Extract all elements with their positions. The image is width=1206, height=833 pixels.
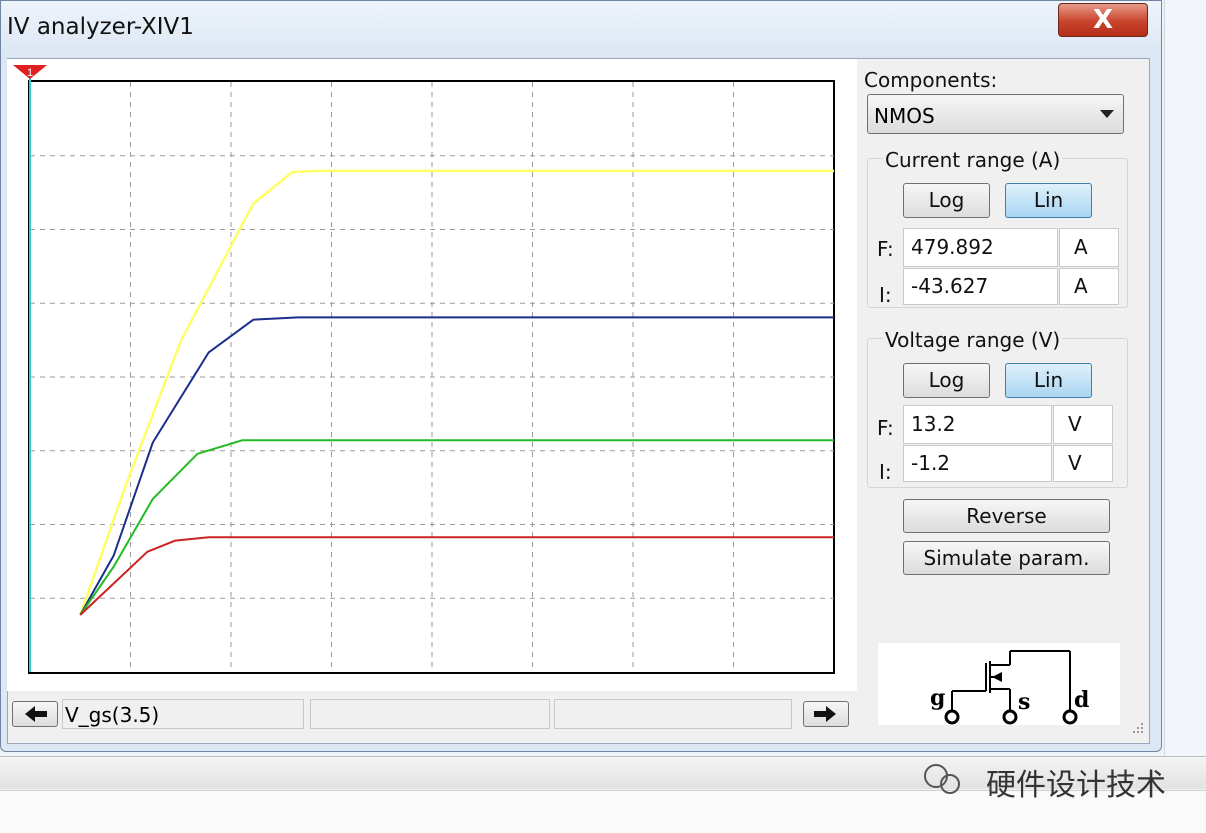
voltage-final-label: F: xyxy=(877,416,894,440)
current-range-label: Current range (A) xyxy=(883,148,1063,172)
components-label: Components: xyxy=(864,68,998,92)
next-trace-button[interactable] xyxy=(803,701,849,727)
voltage-log-button[interactable]: Log xyxy=(903,363,990,398)
current-lin-button[interactable]: Lin xyxy=(1005,183,1092,218)
status-cell xyxy=(310,699,550,729)
watermark-text: 硬件设计技术 xyxy=(986,768,1166,803)
voltage-initial-input[interactable]: -1.2 xyxy=(903,445,1052,482)
watermark: 硬件设计技术 xyxy=(918,758,1168,803)
resize-grip-icon[interactable] xyxy=(1129,719,1145,737)
components-selected: NMOS xyxy=(874,104,935,128)
iv-plot-svg[interactable]: 1 xyxy=(7,59,857,691)
current-final-unit[interactable]: A xyxy=(1059,228,1119,267)
cursor-marker-label: 1 xyxy=(27,67,33,79)
current-final-label: F: xyxy=(877,237,894,261)
voltage-range-label: Voltage range (V) xyxy=(883,328,1063,352)
left-arrow-icon xyxy=(25,706,47,722)
iv-analyzer-window: IV analyzer-XIV1 X 1 V_gs(3.5) Component… xyxy=(0,0,1162,752)
window-title: IV analyzer-XIV1 xyxy=(7,14,194,40)
status-cell xyxy=(554,699,792,729)
current-initial-label: I: xyxy=(879,283,892,307)
voltage-lin-button[interactable]: Lin xyxy=(1005,363,1092,398)
right-arrow-icon xyxy=(814,706,836,722)
background-panel xyxy=(1164,0,1206,756)
reverse-button[interactable]: Reverse xyxy=(903,499,1110,533)
title-bar[interactable]: IV analyzer-XIV1 X xyxy=(1,1,1161,57)
current-log-button[interactable]: Log xyxy=(903,183,990,218)
nmos-symbol-icon: g s d xyxy=(930,650,1089,725)
components-dropdown[interactable]: NMOS xyxy=(867,94,1124,134)
nmos-symbol: g s d xyxy=(878,643,1120,725)
voltage-initial-unit[interactable]: V xyxy=(1053,445,1113,482)
current-final-input[interactable]: 479.892 xyxy=(903,228,1058,267)
voltage-initial-label: I: xyxy=(879,460,892,484)
iv-plot[interactable]: 1 xyxy=(7,59,857,691)
gate-label: g xyxy=(930,685,945,711)
wechat-icon xyxy=(924,764,960,794)
close-button[interactable]: X xyxy=(1058,3,1148,37)
source-label: s xyxy=(1018,689,1030,715)
voltage-final-input[interactable]: 13.2 xyxy=(903,405,1052,444)
previous-trace-button[interactable] xyxy=(12,701,58,727)
current-initial-input[interactable]: -43.627 xyxy=(903,268,1058,305)
chevron-down-icon xyxy=(1100,110,1114,118)
voltage-final-unit[interactable]: V xyxy=(1053,405,1113,444)
simulate-param-button[interactable]: Simulate param. xyxy=(903,541,1110,575)
current-initial-unit[interactable]: A xyxy=(1059,268,1119,305)
drain-label: d xyxy=(1074,687,1089,713)
trace-label: V_gs(3.5) xyxy=(62,699,304,729)
